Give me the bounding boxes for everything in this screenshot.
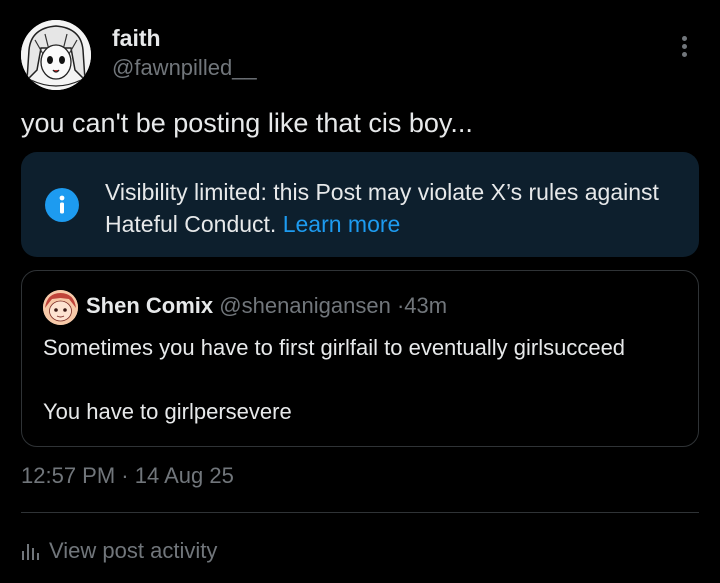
view-post-activity-label: View post activity	[49, 538, 218, 563]
post-meta-separator: ·	[121, 463, 129, 488]
view-post-activity-button[interactable]: View post activity	[21, 538, 217, 564]
learn-more-link[interactable]: Learn more	[283, 211, 401, 237]
quoted-post[interactable]: Shen Comix @shenanigansen ·43m Sometimes…	[21, 270, 699, 447]
quoted-timestamp: 43m	[404, 293, 448, 318]
visibility-notice: Visibility limited: this Post may violat…	[21, 152, 699, 257]
author-avatar[interactable]	[21, 20, 91, 90]
quoted-author-handle[interactable]: @shenanigansen	[219, 293, 391, 318]
quoted-post-header: Shen Comix @shenanigansen ·43m	[86, 293, 447, 319]
quoted-text-line-1: Sometimes you have to first girlfail to …	[43, 335, 626, 360]
more-options-icon[interactable]	[676, 36, 692, 62]
post-timestamp[interactable]: 12:57 PM · 14 Aug 25	[21, 463, 234, 489]
info-icon	[45, 188, 79, 222]
quoted-author-avatar[interactable]	[43, 290, 78, 325]
quoted-author-name[interactable]: Shen Comix	[86, 293, 213, 318]
notice-text: Visibility limited: this Post may violat…	[105, 176, 675, 240]
quoted-text-line-2: You have to girlpersevere	[43, 399, 292, 424]
post-date: 14 Aug 25	[134, 463, 234, 488]
divider	[21, 512, 699, 513]
post-text: you can't be posting like that cis boy..…	[21, 108, 473, 138]
author-handle[interactable]: @fawnpilled__	[112, 55, 257, 81]
post-time: 12:57 PM	[21, 463, 116, 488]
author-name[interactable]: faith	[112, 25, 161, 52]
bar-chart-icon	[22, 544, 39, 560]
